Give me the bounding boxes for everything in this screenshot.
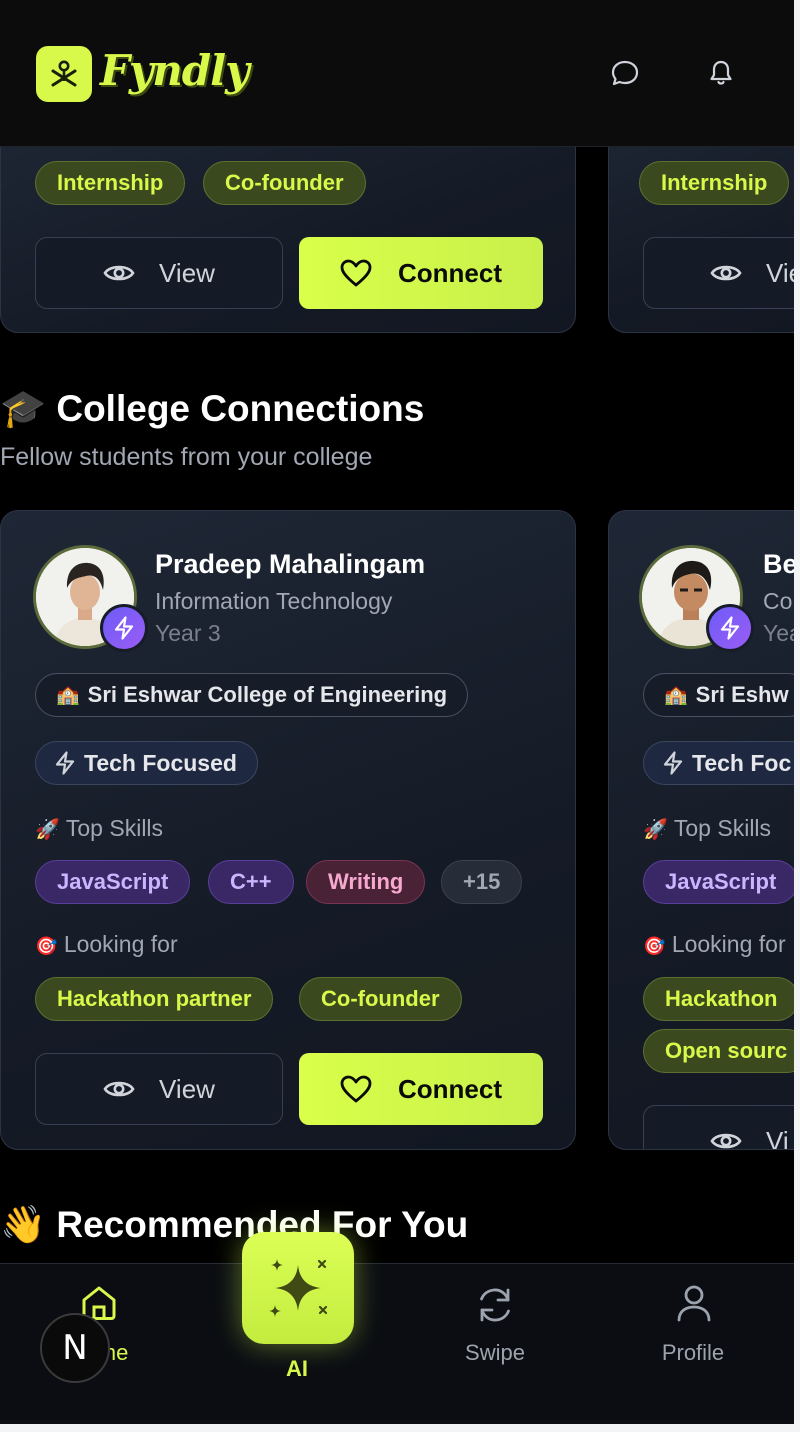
app-screen: Internship Co-founder View Connect Inter… (0, 0, 794, 1424)
bell-icon[interactable] (704, 56, 738, 90)
eye-icon (103, 1078, 135, 1100)
connect-label: Connect (398, 1073, 502, 1104)
person-department: Information Technology (155, 588, 393, 614)
person-year: Year 3 (155, 620, 221, 646)
user-icon (674, 1282, 714, 1329)
ai-sparkle-button[interactable] (242, 1232, 354, 1344)
brand-name: Fyndly (100, 46, 249, 95)
more-skills-chip[interactable]: +15 (441, 860, 523, 904)
skill-chip: C++ (208, 860, 294, 904)
tag-chip: Tech Focused (35, 741, 258, 785)
eye-icon (710, 1130, 742, 1149)
nav-swipe[interactable]: Swipe (396, 1264, 594, 1424)
college-connection-card[interactable]: Be Co Yea 🏫 Sri Eshw Tech Foc 🚀 Top Skil… (608, 510, 794, 1150)
looking-heading: 🎯 Looking for (35, 931, 178, 958)
looking-chip: Co-founder (203, 161, 366, 205)
person-name[interactable]: Be (763, 549, 794, 580)
bolt-icon (54, 751, 76, 775)
dev-indicator-button[interactable]: N (40, 1313, 110, 1383)
heart-icon (340, 259, 372, 287)
looking-heading-text: Looking for (63, 931, 178, 957)
bolt-badge-icon (706, 604, 754, 652)
view-label: View (159, 257, 215, 288)
looking-chip: Co-founder (299, 977, 462, 1021)
skill-chip: JavaScript (35, 860, 191, 904)
skills-heading: 🚀 Top Skills (35, 815, 163, 842)
section-title: 🎓 College Connections (0, 388, 424, 431)
connect-button[interactable]: Connect (299, 237, 543, 309)
eye-icon (710, 262, 742, 284)
looking-chip: Internship (35, 161, 186, 205)
view-label: Vi (766, 1125, 789, 1150)
looking-chip: Open sourc (643, 1029, 794, 1073)
person-department: Co (763, 588, 793, 614)
college-name: Sri Eshw (695, 682, 789, 707)
skill-chip: Writing (306, 860, 426, 904)
graduation-cap-icon: 🎓 (0, 388, 47, 429)
skills-heading-text: Top Skills (673, 815, 772, 841)
chat-icon[interactable] (608, 56, 642, 90)
bolt-badge-icon (100, 604, 148, 652)
refresh-icon (474, 1284, 516, 1331)
looking-chip: Hackathon partner (35, 977, 274, 1021)
target-icon: 🎯 (643, 936, 666, 956)
skills-heading-text: Top Skills (65, 815, 164, 841)
college-name: Sri Eshwar College of Engineering (87, 682, 448, 707)
person-year: Yea (763, 620, 794, 646)
section-title: 👋 Recommended For You (0, 1204, 468, 1247)
avatar (33, 545, 148, 652)
avatar (639, 545, 754, 652)
waving-hand-icon: 👋 (0, 1204, 47, 1245)
view-label: View (159, 1073, 215, 1104)
connect-label: Connect (398, 257, 502, 288)
section-subtitle: Fellow students from your college (0, 443, 373, 471)
school-icon: 🏫 (664, 685, 688, 706)
view-button[interactable]: View (35, 1053, 283, 1125)
section-title-text: College Connections (56, 388, 425, 429)
view-button[interactable]: View (35, 237, 283, 309)
tag-label: Tech Focused (84, 749, 237, 776)
person-name[interactable]: Pradeep Mahalingam (155, 549, 425, 580)
view-button[interactable]: Vi (643, 1105, 794, 1150)
rocket-icon: 🚀 (35, 819, 60, 841)
bolt-icon (662, 751, 684, 775)
college-chip: 🏫 Sri Eshw (643, 673, 794, 717)
app-header: Fyndly (0, 0, 794, 147)
connect-button[interactable]: Connect (299, 1053, 543, 1125)
college-chip: 🏫 Sri Eshwar College of Engineering (35, 673, 469, 717)
looking-heading: 🎯 Looking for (643, 931, 786, 958)
looking-heading-text: Looking for (671, 931, 786, 957)
nav-profile[interactable]: Profile (594, 1264, 792, 1424)
target-icon: 🎯 (35, 936, 58, 956)
eye-icon (103, 262, 135, 284)
view-label: View (766, 257, 794, 288)
nav-profile-label: Profile (661, 1340, 725, 1365)
heart-icon (340, 1075, 372, 1103)
looking-chip: Internship (639, 161, 790, 205)
school-icon: 🏫 (56, 685, 80, 706)
skills-heading: 🚀 Top Skills (643, 815, 771, 842)
skill-chip: JavaScript (643, 860, 794, 904)
logo-icon[interactable] (36, 46, 92, 102)
sparkles-icon (263, 1253, 333, 1323)
looking-chip: Hackathon (643, 977, 794, 1021)
tag-chip: Tech Foc (643, 741, 794, 785)
tag-label: Tech Foc (692, 749, 792, 776)
rocket-icon: 🚀 (643, 819, 668, 841)
view-button[interactable]: View (643, 237, 794, 309)
college-connection-card[interactable]: Pradeep Mahalingam Information Technolog… (0, 510, 576, 1150)
bottom-navigation: Home AI Swipe Profile (0, 1263, 794, 1424)
nav-ai-label: AI (286, 1356, 308, 1381)
nav-swipe-label: Swipe (465, 1340, 525, 1365)
